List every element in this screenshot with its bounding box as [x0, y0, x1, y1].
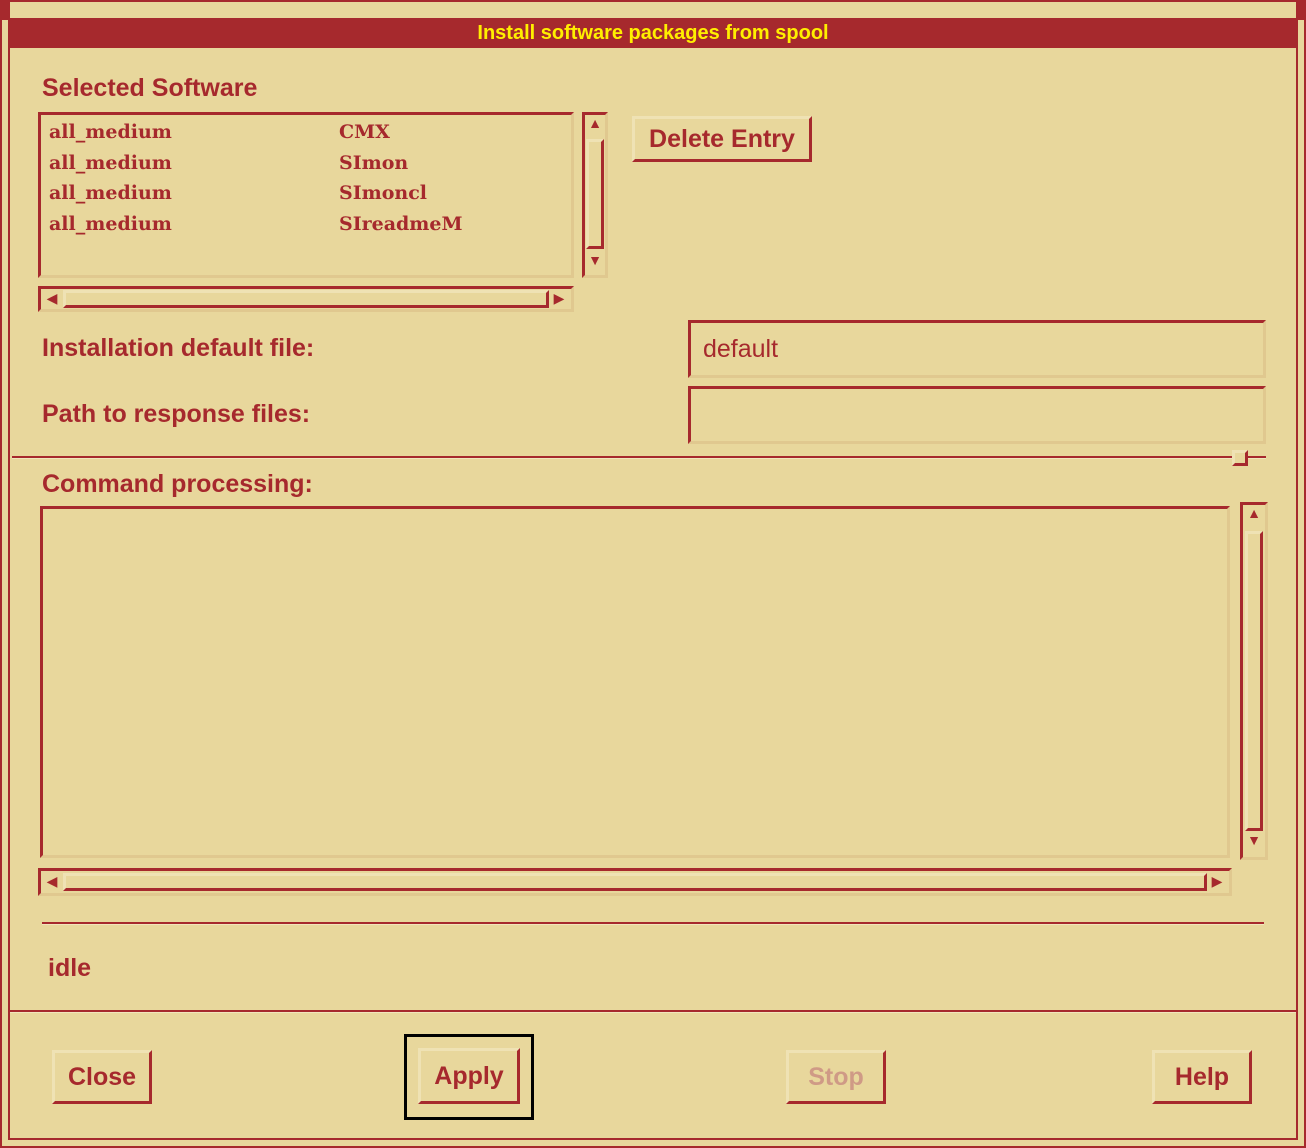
help-button[interactable]: Help [1152, 1050, 1252, 1104]
command-horizontal-scrollbar[interactable]: ◀ ▶ [38, 868, 1232, 896]
window-title: Install software packages from spool [477, 21, 829, 44]
scroll-up-arrow-icon[interactable]: ▲ [1245, 506, 1263, 528]
resize-corner-top-left[interactable] [0, 0, 8, 20]
selected-software-list[interactable]: all_medium CMX all_medium SImon all_medi… [38, 112, 574, 278]
installation-default-label: Installation default file: [42, 334, 315, 362]
list-vertical-scrollbar[interactable]: ▲ ▼ [582, 112, 608, 278]
status-separator [42, 922, 1264, 925]
command-output-area[interactable] [40, 506, 1230, 858]
response-path-field[interactable] [688, 386, 1266, 444]
list-item[interactable]: all_medium SImoncl [49, 182, 427, 210]
scroll-left-arrow-icon[interactable]: ◀ [42, 291, 62, 309]
delete-entry-button[interactable]: Delete Entry [632, 116, 812, 162]
scroll-left-arrow-icon[interactable]: ◀ [42, 874, 62, 892]
stop-button[interactable]: Stop [786, 1050, 886, 1104]
status-text: idle [48, 954, 92, 982]
list-item[interactable]: all_medium SIreadmeM [49, 213, 463, 241]
close-button[interactable]: Close [52, 1050, 152, 1104]
installation-default-value: default [703, 335, 779, 363]
installation-default-field[interactable]: default [688, 320, 1266, 378]
scroll-right-arrow-icon[interactable]: ▶ [549, 291, 569, 309]
button-area-separator [10, 1010, 1296, 1013]
scroll-thumb[interactable] [63, 290, 549, 308]
list-item-set: all_medium [49, 152, 172, 174]
scroll-up-arrow-icon[interactable]: ▲ [586, 116, 604, 136]
list-horizontal-scrollbar[interactable]: ◀ ▶ [38, 286, 574, 312]
list-item-package: SImoncl [339, 182, 427, 204]
apply-button[interactable]: Apply [418, 1048, 520, 1104]
scroll-thumb[interactable] [63, 873, 1207, 891]
command-processing-label: Command processing: [42, 470, 313, 498]
scroll-thumb[interactable] [1245, 531, 1263, 831]
pane-separator [12, 456, 1266, 459]
selected-software-label: Selected Software [42, 74, 258, 102]
title-bar[interactable]: Install software packages from spool [10, 18, 1296, 48]
list-item-package: CMX [339, 121, 390, 143]
scroll-right-arrow-icon[interactable]: ▶ [1207, 874, 1227, 892]
list-item-set: all_medium [49, 182, 172, 204]
list-item-package: SIreadmeM [339, 213, 463, 235]
scroll-down-arrow-icon[interactable]: ▼ [1245, 833, 1263, 855]
list-item[interactable]: all_medium CMX [49, 121, 390, 149]
resize-corner-top-right[interactable] [1298, 0, 1306, 20]
command-vertical-scrollbar[interactable]: ▲ ▼ [1240, 502, 1268, 860]
response-path-label: Path to response files: [42, 400, 311, 428]
pane-sash[interactable] [1232, 450, 1248, 466]
scroll-down-arrow-icon[interactable]: ▼ [586, 253, 604, 273]
list-item[interactable]: all_medium SImon [49, 152, 408, 180]
list-item-set: all_medium [49, 213, 172, 235]
list-item-package: SImon [339, 152, 409, 174]
list-item-set: all_medium [49, 121, 172, 143]
scroll-thumb[interactable] [586, 139, 604, 249]
